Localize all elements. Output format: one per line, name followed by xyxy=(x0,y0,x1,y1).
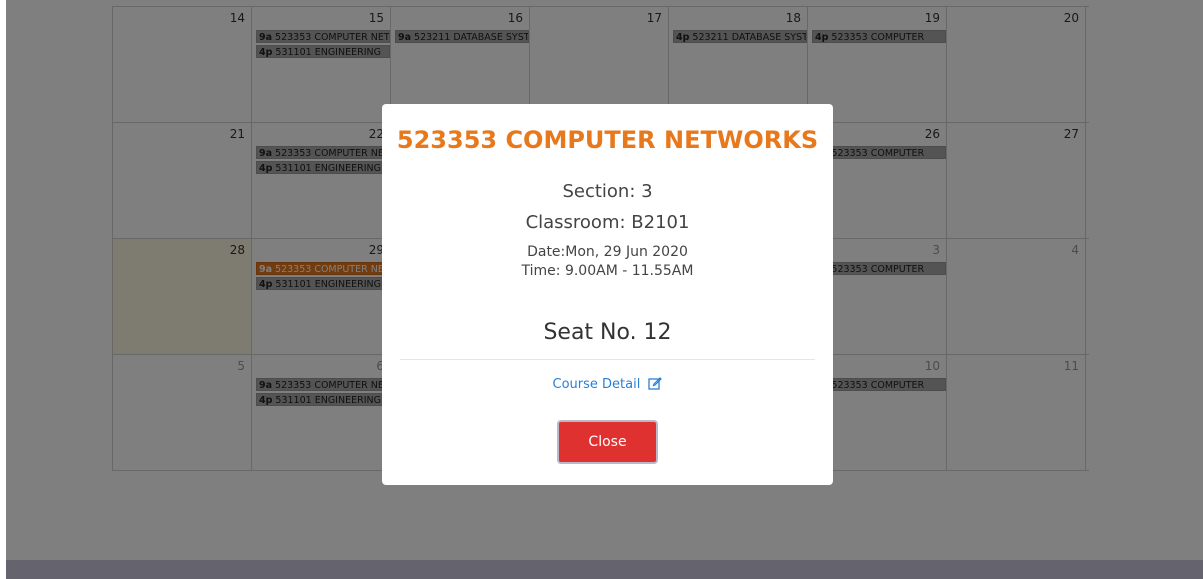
close-button[interactable]: Close xyxy=(557,420,658,464)
seat-number-text: Seat No. 12 xyxy=(543,320,672,345)
section-text: Section: 3 xyxy=(562,181,653,202)
time-text: Time: 9.00AM - 11.55AM xyxy=(521,263,694,279)
classroom-text: Classroom: B2101 xyxy=(525,212,690,233)
exam-detail-modal: 523353 COMPUTER NETWORKS Section: 3 Clas… xyxy=(382,104,833,485)
edit-icon xyxy=(648,376,663,390)
date-text: Date:Mon, 29 Jun 2020 xyxy=(527,244,688,260)
course-detail-label: Course Detail xyxy=(552,377,641,392)
modal-divider xyxy=(400,359,815,360)
modal-title: 523353 COMPUTER NETWORKS xyxy=(396,126,819,154)
left-edge xyxy=(0,0,6,579)
course-detail-link[interactable]: Course Detail xyxy=(382,376,833,392)
